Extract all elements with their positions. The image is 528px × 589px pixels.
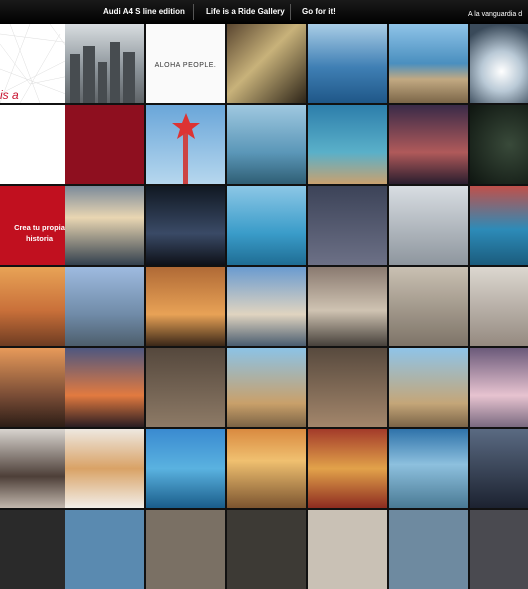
photo-tile[interactable] [470, 105, 528, 184]
photo-tile[interactable] [308, 105, 387, 184]
photo-tile[interactable] [65, 186, 144, 265]
photo-tile[interactable] [65, 24, 144, 103]
aloha-people-text: ALOHA PEOPLE. [154, 62, 217, 69]
photo-tile[interactable] [227, 510, 306, 589]
photo-tile[interactable] [389, 348, 468, 427]
photo-tile[interactable] [470, 24, 528, 103]
photo-tile[interactable] [65, 429, 144, 508]
photo-tile[interactable] [146, 105, 225, 184]
photo-tile[interactable]: ALOHA PEOPLE. [146, 24, 225, 103]
photo-tile[interactable] [470, 186, 528, 265]
photo-tile[interactable] [389, 186, 468, 265]
photo-tile[interactable] [227, 348, 306, 427]
photo-tile[interactable] [146, 510, 225, 589]
top-navigation-bar: Audi A4 S line edition Life is a Ride Ga… [0, 0, 528, 24]
photo-tile[interactable] [146, 186, 225, 265]
cta-line1: Crea tu propia [14, 223, 65, 232]
photo-tile[interactable] [470, 267, 528, 346]
photo-tile[interactable] [389, 267, 468, 346]
nav-separator [290, 4, 291, 20]
photo-tile[interactable] [308, 348, 387, 427]
photo-tile[interactable] [470, 348, 528, 427]
nav-link-audi-a4[interactable]: Audi A4 S line edition [103, 7, 185, 16]
photo-tile[interactable] [146, 267, 225, 346]
photo-tile[interactable] [65, 267, 144, 346]
photo-tile[interactable] [389, 510, 468, 589]
logo-text-line1: is a [0, 88, 19, 102]
cta-line2: historia [25, 234, 54, 243]
photo-tile[interactable] [470, 510, 528, 589]
photo-tile[interactable] [146, 429, 225, 508]
photo-tile[interactable] [227, 24, 306, 103]
photo-tile[interactable] [65, 348, 144, 427]
photo-tile[interactable] [146, 348, 225, 427]
photo-tile[interactable] [308, 267, 387, 346]
photo-tile[interactable] [65, 510, 144, 589]
photo-tile[interactable] [470, 429, 528, 508]
red-promo-tile[interactable] [65, 105, 144, 184]
photo-tile[interactable] [308, 186, 387, 265]
tagline: A la vanguardia d [468, 11, 523, 18]
nav-link-go-for-it[interactable]: Go for it! [302, 7, 336, 16]
photo-tile[interactable] [389, 429, 468, 508]
photo-tile[interactable] [308, 510, 387, 589]
nav-link-gallery[interactable]: Life is a Ride Gallery [206, 7, 285, 16]
nav-separator [193, 4, 194, 20]
photo-tile[interactable] [227, 429, 306, 508]
photo-tile[interactable] [227, 105, 306, 184]
photo-tile[interactable] [227, 267, 306, 346]
photo-tile[interactable] [227, 186, 306, 265]
photo-tile[interactable] [389, 105, 468, 184]
photo-tile[interactable] [389, 24, 468, 103]
photo-tile[interactable] [308, 429, 387, 508]
photo-tile[interactable] [308, 24, 387, 103]
